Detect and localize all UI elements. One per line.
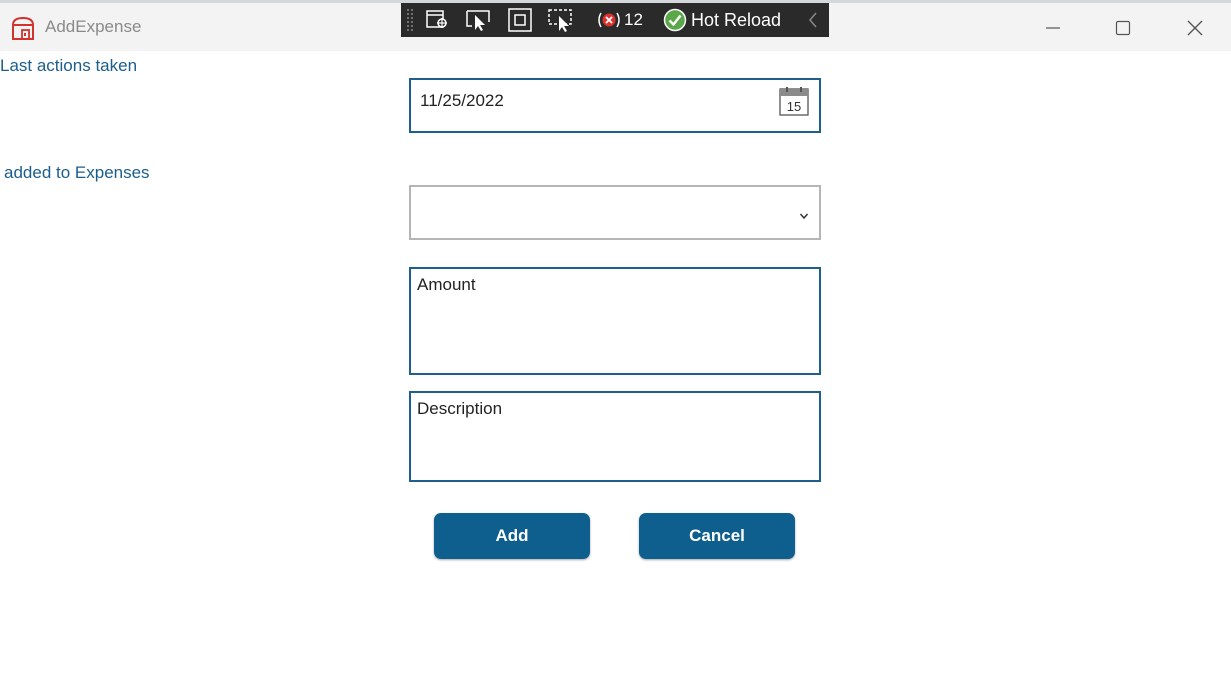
minimize-icon	[1045, 20, 1061, 36]
cancel-button[interactable]: Cancel	[639, 513, 795, 559]
live-visual-tree-icon[interactable]	[425, 8, 451, 32]
toolbar-grip[interactable]	[406, 8, 414, 32]
check-circle-icon	[663, 8, 687, 32]
last-action-message: added to Expenses	[4, 163, 150, 182]
close-button[interactable]	[1172, 6, 1218, 50]
calendar-icon[interactable]: 15	[779, 86, 809, 121]
xaml-debug-toolbar: 12 Hot Reload	[401, 3, 829, 37]
error-count: 12	[624, 10, 643, 29]
maximize-button[interactable]	[1100, 6, 1146, 50]
app-store-icon	[10, 15, 36, 41]
close-icon	[1187, 20, 1203, 36]
amount-field[interactable]: Amount	[409, 267, 821, 375]
error-icon	[597, 9, 621, 31]
window-title: AddExpense	[45, 17, 142, 36]
collapse-toolbar-icon[interactable]	[807, 8, 819, 32]
amount-placeholder: Amount	[417, 275, 476, 294]
expense-date-picker[interactable]: 11/25/2022 15	[409, 78, 821, 133]
hot-reload-button[interactable]: Hot Reload	[663, 8, 781, 32]
add-button[interactable]: Add	[434, 513, 590, 559]
last-actions-heading: Last actions taken	[0, 56, 138, 75]
chevron-down-icon	[799, 207, 809, 225]
hot-reload-label: Hot Reload	[691, 9, 782, 30]
cancel-button-label: Cancel	[689, 526, 745, 545]
minimize-button[interactable]	[1030, 6, 1076, 50]
display-layout-adorners-icon[interactable]	[507, 8, 533, 32]
category-combobox[interactable]	[409, 185, 821, 240]
description-placeholder: Description	[417, 399, 503, 418]
track-focus-icon[interactable]	[547, 8, 575, 32]
add-button-label: Add	[495, 526, 529, 545]
maximize-icon	[1115, 20, 1131, 36]
error-indicator[interactable]: 12	[597, 8, 643, 32]
date-value: 11/25/2022	[420, 91, 504, 110]
select-element-icon[interactable]	[465, 8, 493, 32]
description-field[interactable]: Description	[409, 391, 821, 482]
calendar-day: 15	[787, 99, 801, 114]
